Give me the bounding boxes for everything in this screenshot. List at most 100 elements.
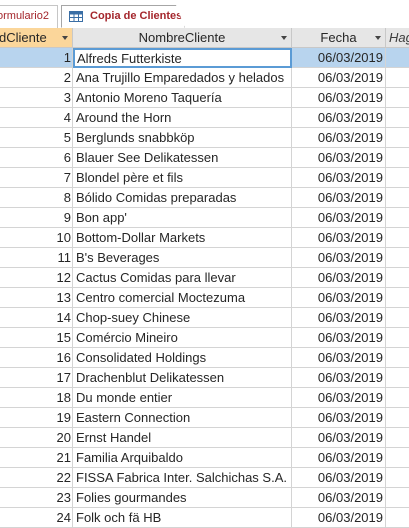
nombrecliente-cell[interactable]: Chop-suey Chinese — [73, 308, 292, 328]
fecha-cell[interactable]: 06/03/2019 — [292, 288, 386, 308]
fecha-cell[interactable]: 06/03/2019 — [292, 308, 386, 328]
table-row[interactable]: 8 Bólido Comidas preparadas 06/03/2019 — [0, 188, 409, 208]
fecha-cell[interactable]: 06/03/2019 — [292, 328, 386, 348]
table-row[interactable]: 9 Bon app' 06/03/2019 — [0, 208, 409, 228]
idcliente-cell[interactable]: 20 — [0, 428, 73, 448]
nombrecliente-cell[interactable]: Bon app' — [73, 208, 292, 228]
table-row[interactable]: 12 Cactus Comidas para llevar 06/03/2019 — [0, 268, 409, 288]
fecha-cell[interactable]: 06/03/2019 — [292, 448, 386, 468]
idcliente-cell[interactable]: 8 — [0, 188, 73, 208]
idcliente-cell[interactable]: 18 — [0, 388, 73, 408]
nombrecliente-cell[interactable]: Drachenblut Delikatessen — [73, 368, 292, 388]
fecha-cell[interactable]: 06/03/2019 — [292, 488, 386, 508]
hag-cell[interactable] — [386, 388, 409, 408]
hag-cell[interactable] — [386, 248, 409, 268]
hag-cell[interactable] — [386, 328, 409, 348]
fecha-cell[interactable]: 06/03/2019 — [292, 408, 386, 428]
idcliente-cell[interactable]: 7 — [0, 168, 73, 188]
hag-cell[interactable] — [386, 468, 409, 488]
nombrecliente-cell[interactable]: Around the Horn — [73, 108, 292, 128]
fecha-cell[interactable]: 06/03/2019 — [292, 428, 386, 448]
fecha-cell[interactable]: 06/03/2019 — [292, 228, 386, 248]
fecha-cell[interactable]: 06/03/2019 — [292, 188, 386, 208]
table-row[interactable]: 7 Blondel père et fils 06/03/2019 — [0, 168, 409, 188]
nombrecliente-cell[interactable]: Folk och fä HB — [73, 508, 292, 528]
hag-cell[interactable] — [386, 128, 409, 148]
table-row[interactable]: 24 Folk och fä HB 06/03/2019 — [0, 508, 409, 528]
hag-cell[interactable] — [386, 88, 409, 108]
dropdown-arrow-icon[interactable] — [281, 36, 287, 40]
nombrecliente-cell[interactable]: Comércio Mineiro — [73, 328, 292, 348]
idcliente-cell[interactable]: 1 — [0, 48, 73, 68]
nombrecliente-cell[interactable]: Berglunds snabbköp — [73, 128, 292, 148]
fecha-cell[interactable]: 06/03/2019 — [292, 268, 386, 288]
hag-cell[interactable] — [386, 268, 409, 288]
fecha-cell[interactable]: 06/03/2019 — [292, 108, 386, 128]
table-row[interactable]: 18 Du monde entier 06/03/2019 — [0, 388, 409, 408]
idcliente-cell[interactable]: 15 — [0, 328, 73, 348]
idcliente-cell[interactable]: 6 — [0, 148, 73, 168]
idcliente-cell[interactable]: 9 — [0, 208, 73, 228]
nombrecliente-cell[interactable]: FISSA Fabrica Inter. Salchichas S.A. — [73, 468, 292, 488]
nombrecliente-cell[interactable]: B's Beverages — [73, 248, 292, 268]
hag-cell[interactable] — [386, 308, 409, 328]
fecha-cell[interactable]: 06/03/2019 — [292, 88, 386, 108]
table-row[interactable]: 16 Consolidated Holdings 06/03/2019 — [0, 348, 409, 368]
fecha-cell[interactable]: 06/03/2019 — [292, 508, 386, 528]
table-row[interactable]: 13 Centro comercial Moctezuma 06/03/2019 — [0, 288, 409, 308]
fecha-cell[interactable]: 06/03/2019 — [292, 208, 386, 228]
table-row[interactable]: 17 Drachenblut Delikatessen 06/03/2019 — [0, 368, 409, 388]
idcliente-cell[interactable]: 23 — [0, 488, 73, 508]
hag-cell[interactable] — [386, 148, 409, 168]
idcliente-cell[interactable]: 5 — [0, 128, 73, 148]
idcliente-cell[interactable]: 12 — [0, 268, 73, 288]
dropdown-arrow-icon[interactable] — [375, 36, 381, 40]
hag-cell[interactable] — [386, 488, 409, 508]
idcliente-cell[interactable]: 2 — [0, 68, 73, 88]
idcliente-cell[interactable]: 17 — [0, 368, 73, 388]
idcliente-cell[interactable]: 4 — [0, 108, 73, 128]
fecha-cell[interactable]: 06/03/2019 — [292, 368, 386, 388]
hag-cell[interactable] — [386, 68, 409, 88]
hag-cell[interactable] — [386, 48, 409, 68]
idcliente-cell[interactable]: 16 — [0, 348, 73, 368]
nombrecliente-cell[interactable]: Blondel père et fils — [73, 168, 292, 188]
hag-cell[interactable] — [386, 208, 409, 228]
idcliente-cell[interactable]: 10 — [0, 228, 73, 248]
nombrecliente-cell[interactable]: Bólido Comidas preparadas — [73, 188, 292, 208]
idcliente-cell[interactable]: 3 — [0, 88, 73, 108]
table-row[interactable]: 15 Comércio Mineiro 06/03/2019 — [0, 328, 409, 348]
idcliente-cell[interactable]: 21 — [0, 448, 73, 468]
nombrecliente-cell[interactable]: Ana Trujillo Emparedados y helados — [73, 68, 292, 88]
table-row[interactable]: 14 Chop-suey Chinese 06/03/2019 — [0, 308, 409, 328]
hag-cell[interactable] — [386, 108, 409, 128]
table-row[interactable]: 3 Antonio Moreno Taquería 06/03/2019 — [0, 88, 409, 108]
table-row[interactable]: 1 Alfreds Futterkiste 06/03/2019 — [0, 48, 409, 68]
table-row[interactable]: 23 Folies gourmandes 06/03/2019 — [0, 488, 409, 508]
nombrecliente-cell[interactable]: Antonio Moreno Taquería — [73, 88, 292, 108]
fecha-cell[interactable]: 06/03/2019 — [292, 248, 386, 268]
hag-cell[interactable] — [386, 428, 409, 448]
tab-formulario2[interactable]: ormulario2 — [0, 5, 58, 28]
table-row[interactable]: 2 Ana Trujillo Emparedados y helados 06/03… — [0, 68, 409, 88]
fecha-cell[interactable]: 06/03/2019 — [292, 348, 386, 368]
fecha-cell[interactable]: 06/03/2019 — [292, 68, 386, 88]
table-row[interactable]: 21 Familia Arquibaldo 06/03/2019 — [0, 448, 409, 468]
hag-cell[interactable] — [386, 348, 409, 368]
hag-cell[interactable] — [386, 288, 409, 308]
fecha-cell[interactable]: 06/03/2019 — [292, 388, 386, 408]
table-row[interactable]: 10 Bottom-Dollar Markets 06/03/2019 — [0, 228, 409, 248]
nombrecliente-cell[interactable]: Du monde entier — [73, 388, 292, 408]
nombrecliente-cell[interactable]: Eastern Connection — [73, 408, 292, 428]
fecha-cell[interactable]: 06/03/2019 — [292, 468, 386, 488]
idcliente-cell[interactable]: 11 — [0, 248, 73, 268]
dropdown-arrow-icon[interactable] — [62, 36, 68, 40]
fecha-cell[interactable]: 06/03/2019 — [292, 128, 386, 148]
table-row[interactable]: 22 FISSA Fabrica Inter. Salchichas S.A. 06… — [0, 468, 409, 488]
table-row[interactable]: 20 Ernst Handel 06/03/2019 — [0, 428, 409, 448]
table-row[interactable]: 6 Blauer See Delikatessen 06/03/2019 — [0, 148, 409, 168]
hag-cell[interactable] — [386, 168, 409, 188]
tab-copia-de-clientes[interactable]: Copia de Clientes — [61, 5, 185, 28]
nombrecliente-cell[interactable]: Cactus Comidas para llevar — [73, 268, 292, 288]
table-row[interactable]: 19 Eastern Connection 06/03/2019 — [0, 408, 409, 428]
